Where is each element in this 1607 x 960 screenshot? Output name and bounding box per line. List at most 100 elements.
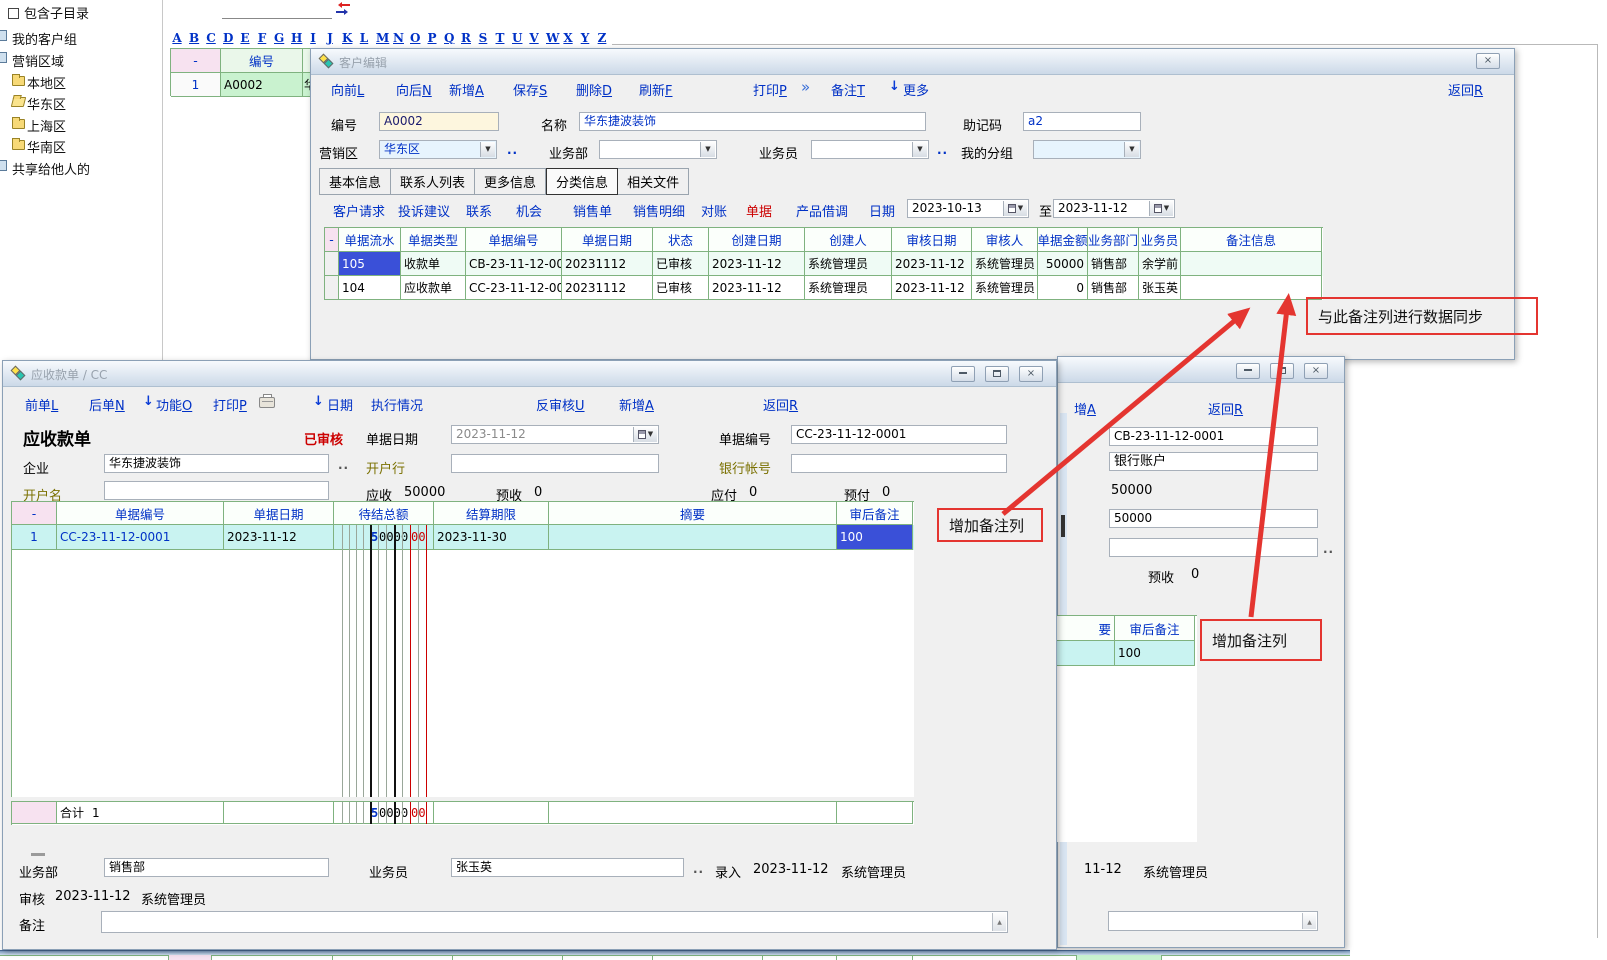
grid-cell[interactable]: 2023-11-12 <box>892 252 972 276</box>
alphabet-letter[interactable]: A <box>172 31 182 45</box>
subtab-complaint[interactable]: 投诉建议 <box>398 201 450 220</box>
col-auditor[interactable]: 审核人 <box>972 228 1038 252</box>
receipt-row-1[interactable]: 100 <box>1057 641 1197 666</box>
grid-cell[interactable]: 系统管理员 <box>972 276 1038 300</box>
dropdown-icon[interactable]: ▼ <box>1124 142 1139 157</box>
restore-button[interactable] <box>985 366 1009 382</box>
col-dept[interactable]: 业务部门 <box>1088 228 1139 252</box>
sidebar-item-shared[interactable]: 共享给他人的 <box>12 159 90 178</box>
subtab-documents-active[interactable]: 单据 <box>746 201 772 220</box>
row-leader[interactable] <box>325 252 339 276</box>
print-button[interactable]: 打印P <box>753 80 787 99</box>
col-summary-partial[interactable]: 要 <box>1057 616 1115 641</box>
add-button[interactable]: 新增A <box>449 80 484 99</box>
subtab-contact[interactable]: 联系 <box>466 201 492 220</box>
col-audit-date[interactable]: 审核日期 <box>892 228 972 252</box>
col-settle-term[interactable]: 结算期限 <box>434 502 549 525</box>
tab-basic-info[interactable]: 基本信息 <box>319 168 391 195</box>
subtab-sales-detail[interactable]: 销售明细 <box>633 201 685 220</box>
grid-cell[interactable]: 系统管理员 <box>972 252 1038 276</box>
alphabet-letter[interactable]: V <box>529 31 539 45</box>
col-post-audit-note[interactable]: 审后备注 <box>837 502 913 525</box>
execution-status-button[interactable]: 执行情况 <box>371 395 423 414</box>
more-button[interactable]: 更多 <box>903 80 929 99</box>
date-from-field[interactable]: 2023-10-13▼ <box>907 199 1029 218</box>
alphabet-letter[interactable]: W <box>546 31 556 45</box>
delete-button[interactable]: 删除D <box>576 80 612 99</box>
sidebar-item-south-china[interactable]: 华南区 <box>27 137 66 156</box>
include-subdir-checkbox[interactable] <box>8 8 19 19</box>
col-doc-date[interactable]: 单据日期 <box>562 228 653 252</box>
unaudit-button[interactable]: 反审核U <box>536 395 585 414</box>
alphabet-letter[interactable]: T <box>495 31 505 45</box>
remark-field[interactable]: ▲▼ <box>101 911 1008 933</box>
col-doc-no[interactable]: 单据编号 <box>466 228 562 252</box>
remark-field[interactable]: ▲▼ <box>1108 911 1318 931</box>
more-button[interactable]: .. <box>1323 542 1334 556</box>
group-combo[interactable]: ▼ <box>1033 140 1141 159</box>
alphabet-letter[interactable]: J <box>325 31 335 45</box>
refresh-button[interactable]: 刷新F <box>639 80 673 99</box>
row-number-cell[interactable]: 1 <box>12 525 57 550</box>
subtab-product-loan[interactable]: 产品借调 <box>796 201 848 220</box>
doc-date-field[interactable]: 2023-11-12▼ <box>451 425 659 444</box>
splitter-handle[interactable] <box>31 853 45 856</box>
col-amount[interactable]: 单据金额 <box>1038 228 1088 252</box>
minimize-button[interactable] <box>951 366 975 382</box>
close-button[interactable]: × <box>1304 363 1328 379</box>
print-button[interactable]: 打印P <box>213 395 247 414</box>
note-cell[interactable]: 100 <box>1115 641 1195 666</box>
receivable-window-titlebar[interactable]: 应收款单 / CC × <box>3 361 1056 387</box>
dropdown-icon[interactable]: ▼ <box>700 142 715 157</box>
summary-cell[interactable] <box>549 525 837 550</box>
doc-no-field[interactable]: CC-23-11-12-0001 <box>791 425 1007 444</box>
return-button[interactable]: 返回R <box>1448 80 1483 99</box>
subtab-customer-request[interactable]: 客户请求 <box>333 201 385 220</box>
document-row-105[interactable]: 105 收款单 CB-23-11-12-0001 20231112 已审核 20… <box>325 252 1323 276</box>
scrollbar-thumb[interactable] <box>1061 515 1065 537</box>
grid-cell[interactable]: 销售部 <box>1088 252 1139 276</box>
doc-date-cell[interactable]: 2023-11-12 <box>224 525 334 550</box>
grid-cell[interactable]: 20231112 <box>562 276 653 300</box>
alphabet-index[interactable]: ABCDEFGHIJKLMNOPQRSTUVWXYZ <box>172 31 607 45</box>
grid-cell[interactable]: 余学前 <box>1139 252 1181 276</box>
alphabet-letter[interactable]: D <box>223 31 233 45</box>
alphabet-letter[interactable]: Q <box>444 31 454 45</box>
ledger-amount-cell[interactable]: 5 0000 00 <box>334 525 434 550</box>
grid-cell[interactable]: 张玉英 <box>1139 276 1181 300</box>
name-field[interactable]: 华东捷波装饰 <box>579 112 926 131</box>
amount-cell[interactable]: 50000 <box>1038 252 1088 276</box>
grid-cell[interactable]: 2023-11-12 <box>892 276 972 300</box>
col-doc-no[interactable]: 单据编号 <box>57 502 224 525</box>
col-marker[interactable]: - <box>12 502 57 525</box>
calendar-dropdown-button[interactable]: ▼ <box>1003 201 1027 216</box>
post-audit-note-cell-selected[interactable]: 100 <box>837 525 913 550</box>
alphabet-letter[interactable]: S <box>478 31 488 45</box>
col-status[interactable]: 状态 <box>653 228 709 252</box>
subtab-reconciliation[interactable]: 对账 <box>701 201 727 220</box>
sidebar-item-east-china[interactable]: 华东区 <box>27 94 66 113</box>
return-button[interactable]: 返回R <box>1208 399 1243 418</box>
sidebar-item-shanghai[interactable]: 上海区 <box>27 116 66 135</box>
amount-cell[interactable]: 0 <box>1038 276 1088 300</box>
prev-doc-button[interactable]: 前单L <box>25 395 58 414</box>
alphabet-letter[interactable]: K <box>342 31 352 45</box>
document-row-104[interactable]: 104 应收款单 CC-23-11-12-0001 20231112 已审核 2… <box>325 276 1323 300</box>
customer-list-mini-table[interactable]: - 编号 1 A0002 华 <box>170 48 311 96</box>
sidebar-item-local-region[interactable]: 本地区 <box>27 73 66 92</box>
col-doc-serial[interactable]: 单据流水 <box>339 228 401 252</box>
grid-cell[interactable]: 应收款单 <box>401 276 466 300</box>
filter-underline[interactable] <box>222 18 332 19</box>
receivable-grid[interactable]: - 单据编号 单据日期 待结总额 结算期限 摘要 审后备注 1 CC-23-11… <box>11 501 914 797</box>
dropdown-icon[interactable]: ▼ <box>480 142 495 157</box>
minimize-button[interactable] <box>1236 363 1260 379</box>
grid-cell[interactable]: 104 <box>339 276 401 300</box>
alphabet-letter[interactable]: Z <box>597 31 607 45</box>
close-button[interactable]: × <box>1476 53 1500 69</box>
company-more-button[interactable]: .. <box>338 458 349 472</box>
alphabet-letter[interactable]: I <box>308 31 318 45</box>
col-doc-date[interactable]: 单据日期 <box>224 502 334 525</box>
alphabet-letter[interactable]: X <box>563 31 573 45</box>
alphabet-letter[interactable]: N <box>393 31 403 45</box>
row-marker-header[interactable]: - <box>171 49 221 73</box>
